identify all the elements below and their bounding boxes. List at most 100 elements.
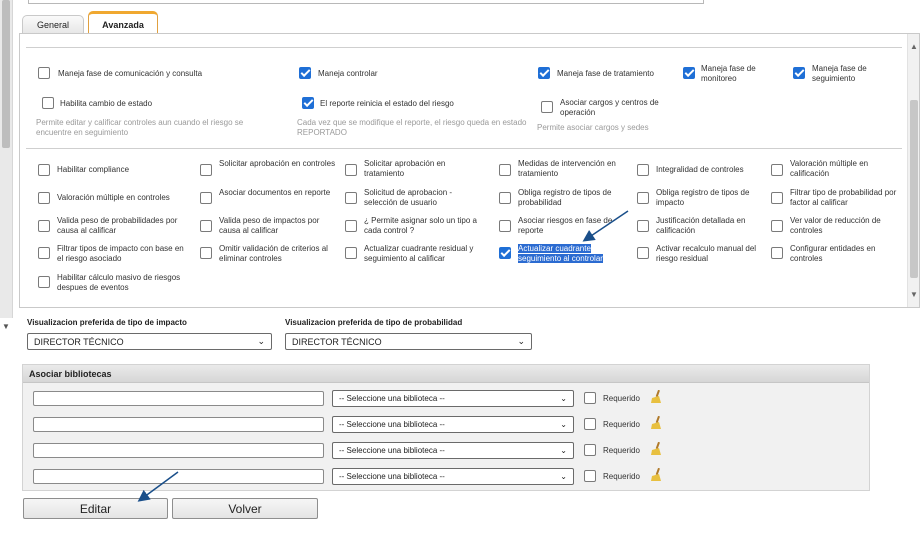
chevron-down-icon: ⌄ [257, 336, 265, 346]
checkbox-registro-probabilidad[interactable] [499, 192, 511, 204]
checkbox-recalculo-manual[interactable] [637, 247, 649, 259]
library-select[interactable]: -- Seleccione una biblioteca -- ⌄ [332, 468, 574, 485]
checkbox-justificacion[interactable] [637, 220, 649, 232]
checkbox-filtrar-impacto[interactable] [38, 247, 50, 259]
divider [26, 47, 902, 48]
checkbox-peso-probabilidades[interactable] [38, 220, 50, 232]
label-registro-probabilidad: Obliga registro de tipos de probabilidad [518, 188, 612, 207]
checkbox-filtrar-probabilidad[interactable] [771, 192, 783, 204]
label-registro-impacto: Obliga registro de tipos de impacto [656, 188, 750, 207]
checkbox-seleccion-usuario[interactable] [345, 192, 357, 204]
checkbox-compliance[interactable] [38, 164, 50, 176]
broom-icon[interactable] [650, 390, 662, 404]
label-riesgos-reporte: Asociar riesgos en fase de reporte [518, 216, 613, 235]
broom-icon[interactable] [650, 416, 662, 430]
library-select[interactable]: -- Seleccione una biblioteca -- ⌄ [332, 416, 574, 433]
label-peso-impactos: Valida peso de impactos por causa al cal… [219, 216, 320, 235]
chevron-down-icon: ⌄ [517, 336, 525, 346]
checkbox-registro-impacto[interactable] [637, 192, 649, 204]
checkbox-valoracion-calificacion[interactable] [771, 164, 783, 176]
library-select[interactable]: -- Seleccione una biblioteca -- ⌄ [332, 390, 574, 407]
label-cambio-estado: Habilita cambio de estado [60, 99, 153, 108]
library-select-value: -- Seleccione una biblioteca -- [339, 420, 445, 429]
probability-visualization-select[interactable]: DIRECTOR TÉCNICO ⌄ [285, 333, 532, 350]
label-valoracion-calificacion: Valoración múltiple en calificación [790, 159, 869, 178]
checkbox-cuadrante-residual[interactable] [345, 247, 357, 259]
chevron-down-icon: ⌄ [560, 420, 567, 429]
checkbox-solo-un-tipo[interactable] [345, 220, 357, 232]
scroll-up-arrow-icon[interactable]: ▲ [910, 42, 918, 51]
label-monitoreo: Maneja fase de monitoreo [701, 64, 756, 83]
library-name-input[interactable] [33, 443, 324, 458]
broom-icon[interactable] [650, 468, 662, 482]
library-select-value: -- Seleccione una biblioteca -- [339, 446, 445, 455]
required-checkbox[interactable] [584, 444, 596, 456]
checkbox-valor-reduccion[interactable] [771, 220, 783, 232]
label-configurar-entidades: Configurar entidades en controles [790, 244, 876, 263]
label-justificacion: Justificación detallada en calificación [656, 216, 746, 235]
required-label: Requerido [603, 420, 640, 429]
label-recalculo-manual: Activar recalculo manual del riesgo resi… [656, 244, 757, 263]
checkbox-peso-impactos[interactable] [200, 220, 212, 232]
checkbox-asociar-cargos[interactable] [541, 101, 553, 113]
checkbox-medidas-intervencion[interactable] [499, 164, 511, 176]
impact-visualization-value: DIRECTOR TÉCNICO [34, 336, 124, 347]
label-tratamiento: Maneja fase de tratamiento [557, 69, 654, 78]
left-scrollbar-thumb[interactable] [2, 0, 10, 148]
checkbox-riesgos-reporte[interactable] [499, 220, 511, 232]
checkbox-controlar[interactable] [299, 67, 311, 79]
label-medidas-intervencion: Medidas de intervención en tratamiento [518, 159, 616, 178]
back-button[interactable]: Volver [172, 498, 318, 519]
checkbox-tratamiento[interactable] [538, 67, 550, 79]
checkbox-monitoreo[interactable] [683, 67, 695, 79]
label-solo-un-tipo: ¿ Permite asignar solo un tipo a cada co… [364, 216, 477, 235]
library-select[interactable]: -- Seleccione una biblioteca -- ⌄ [332, 442, 574, 459]
label-compliance: Habilitar compliance [57, 165, 130, 174]
broom-icon[interactable] [650, 442, 662, 456]
highlighted-text: Actualizar cuadrante seguimiento al cont… [518, 244, 603, 263]
tab-general[interactable]: General [22, 15, 84, 34]
note-cambio-estado: Permite editar y calificar controles aun… [36, 118, 244, 137]
required-checkbox[interactable] [584, 470, 596, 482]
checkbox-documentos-reporte[interactable] [200, 192, 212, 204]
tab-avanzada[interactable]: Avanzada [88, 11, 158, 35]
edit-button[interactable]: Editar [23, 498, 168, 519]
probability-visualization-value: DIRECTOR TÉCNICO [292, 336, 382, 347]
probability-visualization-label: Visualizacion preferida de tipo de proba… [285, 318, 463, 327]
impact-visualization-select[interactable]: DIRECTOR TÉCNICO ⌄ [27, 333, 272, 350]
label-seleccion-usuario: Solicitud de aprobacion - selección de u… [364, 188, 453, 207]
top-input-field[interactable] [28, 0, 704, 4]
panel-scrollbar[interactable]: ▲ ▼ [907, 34, 919, 307]
checkbox-seguimiento[interactable] [793, 67, 805, 79]
checkbox-cuadrante-seguimiento[interactable] [499, 247, 511, 259]
checkbox-aprobacion-tratamiento[interactable] [345, 164, 357, 176]
label-asociar-cargos: Asociar cargos y centros de operación [560, 98, 659, 117]
checkbox-configurar-entidades[interactable] [771, 247, 783, 259]
label-calculo-masivo: Habilitar cálculo masivo de riesgos desp… [57, 273, 181, 292]
scroll-down-arrow-icon[interactable]: ▼ [910, 290, 918, 299]
checkbox-comunicacion[interactable] [38, 67, 50, 79]
label-aprobacion-controles: Solicitar aprobación en controles [219, 159, 336, 168]
checkbox-reinicia-estado[interactable] [302, 97, 314, 109]
label-filtrar-impacto: Filtrar tipos de impacto con base en el … [57, 244, 184, 263]
checkbox-omitir-validacion[interactable] [200, 247, 212, 259]
checkbox-aprobacion-controles[interactable] [200, 164, 212, 176]
checkbox-calculo-masivo[interactable] [38, 276, 50, 288]
required-checkbox[interactable] [584, 392, 596, 404]
left-scrollbar[interactable] [0, 0, 13, 318]
divider [26, 148, 902, 149]
checkbox-cambio-estado[interactable] [42, 97, 54, 109]
label-integralidad: Integralidad de controles [656, 165, 744, 174]
label-controlar: Maneja controlar [318, 69, 378, 78]
required-label: Requerido [603, 394, 640, 403]
required-checkbox[interactable] [584, 418, 596, 430]
checkbox-valoracion-controles[interactable] [38, 192, 50, 204]
scroll-down-arrow-icon[interactable]: ▼ [2, 322, 10, 331]
library-name-input[interactable] [33, 469, 324, 484]
label-omitir-validacion: Omitir validación de criterios al elimin… [219, 244, 328, 263]
panel-scrollbar-thumb[interactable] [910, 100, 918, 278]
library-name-input[interactable] [33, 417, 324, 432]
library-name-input[interactable] [33, 391, 324, 406]
libraries-header: Asociar bibliotecas [23, 365, 869, 383]
checkbox-integralidad[interactable] [637, 164, 649, 176]
